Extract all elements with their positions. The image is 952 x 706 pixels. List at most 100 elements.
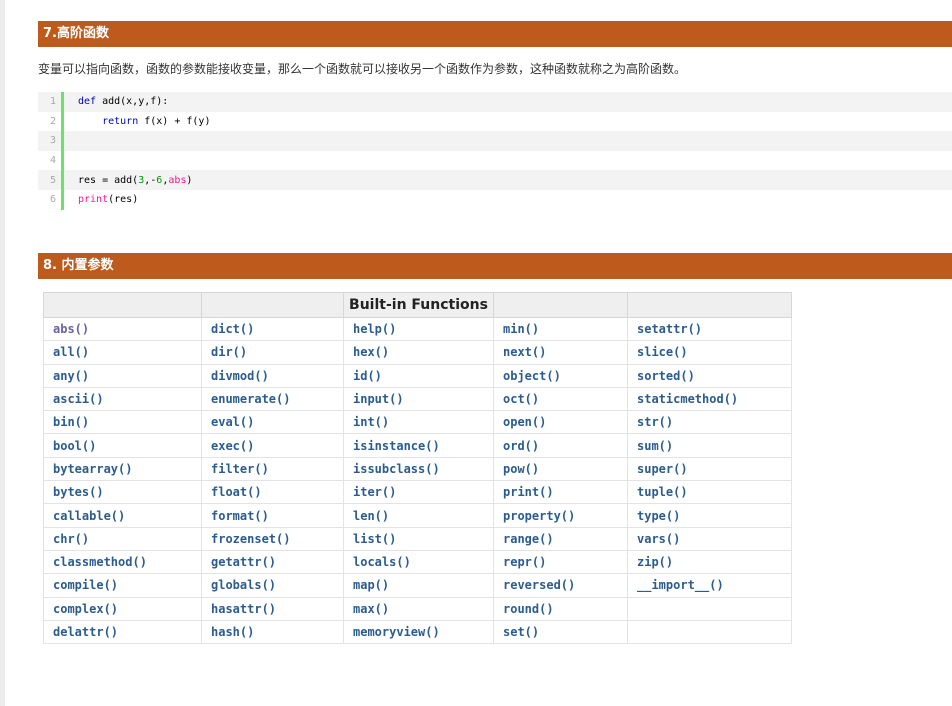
function-link[interactable]: id() (343, 363, 494, 388)
function-link[interactable]: sum() (627, 433, 792, 458)
function-link[interactable]: bytes() (43, 480, 202, 505)
table-row: any() divmod() id() object() sorted() (43, 363, 792, 388)
function-link[interactable]: range() (493, 526, 628, 551)
table-row: abs() dict() help() min() setattr() (43, 316, 792, 342)
function-link[interactable]: bool() (43, 433, 202, 458)
function-link[interactable]: bin() (43, 410, 202, 435)
function-link[interactable]: hex() (343, 340, 494, 365)
table-row: ascii() enumerate() input() oct() staticmeth… (43, 386, 792, 412)
table-row: bin() eval() int() open() str() (43, 410, 792, 435)
table-row: compile() globals() map() reversed() __impor… (43, 573, 792, 598)
function-link[interactable]: tuple() (627, 480, 792, 505)
function-link[interactable]: ord() (493, 433, 628, 458)
function-link[interactable]: any() (43, 363, 202, 388)
function-link[interactable]: len() (343, 503, 494, 528)
function-link[interactable]: dict() (201, 316, 344, 342)
function-link[interactable]: enumerate() (201, 386, 344, 412)
function-link[interactable]: staticmethod() (627, 386, 792, 412)
function-link[interactable]: exec() (201, 433, 344, 458)
section-8-header: 8. 内置参数 (38, 253, 952, 279)
function-link[interactable]: vars() (627, 526, 792, 551)
table-header-cell (493, 292, 628, 318)
function-link[interactable]: callable() (43, 503, 202, 528)
function-link[interactable]: print() (493, 480, 628, 505)
function-link[interactable]: hash() (201, 619, 344, 645)
table-row: bytes() float() iter() print() tuple() (43, 480, 792, 505)
function-link[interactable]: format() (201, 503, 344, 528)
function-link[interactable]: oct() (493, 386, 628, 412)
function-link[interactable]: sorted() (627, 363, 792, 388)
function-link[interactable]: open() (493, 410, 628, 435)
function-link[interactable]: object() (493, 363, 628, 388)
function-link[interactable]: delattr() (43, 619, 202, 645)
function-link[interactable]: reversed() (493, 573, 628, 598)
function-link (627, 619, 792, 645)
function-link[interactable]: divmod() (201, 363, 344, 388)
function-link[interactable]: input() (343, 386, 494, 412)
function-link[interactable]: next() (493, 340, 628, 365)
function-link[interactable]: locals() (343, 549, 494, 575)
function-link[interactable]: map() (343, 573, 494, 598)
function-link[interactable]: iter() (343, 480, 494, 505)
function-link[interactable]: complex() (43, 596, 202, 621)
builtin-functions-table: Built-in Functions abs() dict() help() min(… (43, 292, 792, 645)
function-link[interactable]: classmethod() (43, 549, 202, 575)
function-link[interactable]: str() (627, 410, 792, 435)
code-line: 3 (38, 131, 952, 151)
code-text: res = add(3,-6,abs) (78, 174, 193, 186)
function-link[interactable]: all() (43, 340, 202, 365)
function-link[interactable]: __import__() (627, 573, 792, 598)
table-row: callable() format() len() property() type() (43, 503, 792, 528)
function-link[interactable]: set() (493, 619, 628, 645)
function-link[interactable]: setattr() (627, 316, 792, 342)
function-link[interactable]: min() (493, 316, 628, 342)
function-link[interactable]: abs() (43, 316, 202, 342)
function-link[interactable]: slice() (627, 340, 792, 365)
code-line: 5 res = add(3,-6,abs) (38, 170, 952, 190)
function-link[interactable]: property() (493, 503, 628, 528)
code-block: 1 def add(x,y,f): 2 return f(x) + f(y) 3… (38, 92, 952, 210)
function-link[interactable]: memoryview() (343, 619, 494, 645)
function-link[interactable]: help() (343, 316, 494, 342)
line-number: 6 (38, 189, 64, 210)
function-link[interactable]: issubclass() (343, 456, 494, 482)
function-link[interactable]: float() (201, 480, 344, 505)
function-link[interactable]: ascii() (43, 386, 202, 412)
function-link[interactable]: pow() (493, 456, 628, 482)
line-number: 3 (38, 131, 64, 151)
code-line: 1 def add(x,y,f): (38, 92, 952, 112)
function-link[interactable]: type() (627, 503, 792, 528)
function-link[interactable]: dir() (201, 340, 344, 365)
code-line: 2 return f(x) + f(y) (38, 111, 952, 132)
table-header-title: Built-in Functions (343, 292, 494, 318)
function-link[interactable]: max() (343, 596, 494, 621)
function-link[interactable]: eval() (201, 410, 344, 435)
section-7-paragraph: 变量可以指向函数，函数的参数能接收变量，那么一个函数就可以接收另一个函数作为参数… (38, 62, 687, 76)
code-line: 4 (38, 150, 952, 171)
function-link[interactable]: bytearray() (43, 456, 202, 482)
table-row: chr() frozenset() list() range() vars() (43, 526, 792, 551)
line-number: 5 (38, 170, 64, 190)
code-text: return f(x) + f(y) (102, 115, 211, 127)
function-link[interactable]: chr() (43, 526, 202, 551)
line-number: 4 (38, 150, 64, 171)
left-rail (0, 0, 5, 706)
table-row: complex() hasattr() max() round() (43, 596, 792, 621)
function-link[interactable]: frozenset() (201, 526, 344, 551)
table-row: all() dir() hex() next() slice() (43, 340, 792, 365)
function-link[interactable]: int() (343, 410, 494, 435)
function-link[interactable]: zip() (627, 549, 792, 575)
function-link[interactable]: list() (343, 526, 494, 551)
table-row: bytearray() filter() issubclass() pow() supe… (43, 456, 792, 482)
function-link[interactable]: hasattr() (201, 596, 344, 621)
function-link[interactable]: repr() (493, 549, 628, 575)
function-link[interactable]: super() (627, 456, 792, 482)
table-row: classmethod() getattr() locals() repr() zip(… (43, 549, 792, 575)
function-link[interactable]: round() (493, 596, 628, 621)
function-link[interactable]: compile() (43, 573, 202, 598)
function-link[interactable]: isinstance() (343, 433, 494, 458)
table-header-cell (43, 292, 202, 318)
function-link[interactable]: getattr() (201, 549, 344, 575)
function-link[interactable]: filter() (201, 456, 344, 482)
function-link[interactable]: globals() (201, 573, 344, 598)
